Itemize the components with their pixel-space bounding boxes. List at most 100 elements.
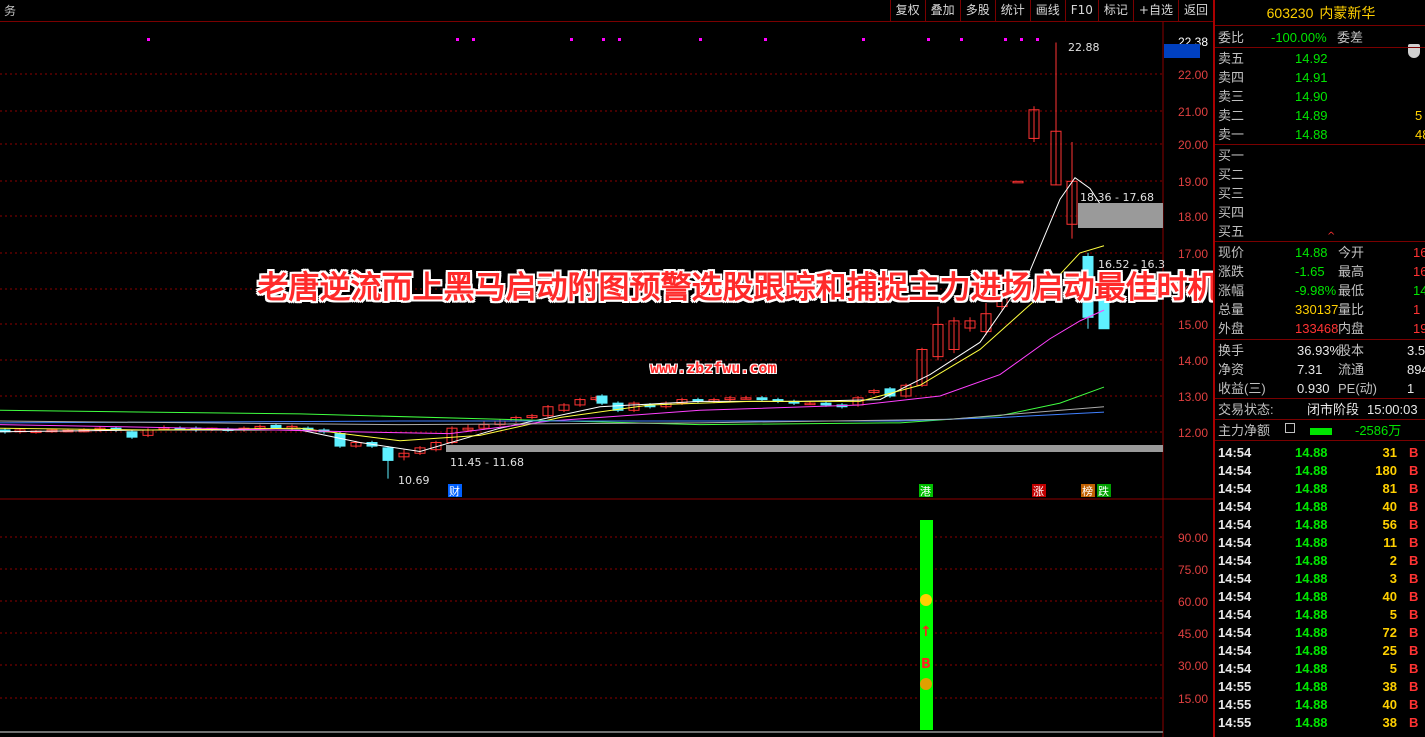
- signal-dot: [699, 38, 702, 41]
- quote-row-cell: 16: [1413, 264, 1425, 279]
- signal-dot: [764, 38, 767, 41]
- tick-row: 14:54 14.88 25 B: [1215, 642, 1425, 660]
- tick-cell: 14:55: [1218, 679, 1252, 694]
- tick-cell: B: [1409, 661, 1419, 676]
- tick-cell: 14.88: [1295, 481, 1328, 496]
- tick-row: 14:55 14.88 38 B: [1215, 714, 1425, 732]
- tick-row: 14:54 14.88 2 B: [1215, 552, 1425, 570]
- tick-cell: B: [1409, 481, 1419, 496]
- candle-body-64: [1012, 180, 1024, 184]
- resistance-band: [1078, 203, 1163, 228]
- status-row-cell: 交易状态:: [1218, 402, 1274, 417]
- stock-tab[interactable]: 务: [0, 0, 20, 22]
- toolbar-button-1[interactable]: 叠加: [924, 0, 960, 21]
- signal-dot: [602, 38, 605, 41]
- toolbar-button-7[interactable]: +自选: [1132, 0, 1178, 21]
- toolbar-button-6[interactable]: 标记: [1097, 0, 1133, 21]
- signal-dot: [618, 38, 621, 41]
- ask-row-cell: 14.89: [1295, 108, 1328, 123]
- tick-cell: B: [1409, 679, 1419, 694]
- signal-dot: [1004, 38, 1007, 41]
- stock-header[interactable]: 603230 内蒙新华: [1215, 0, 1425, 26]
- tick-cell: 14:54: [1218, 481, 1252, 496]
- money-bag-icon: [920, 678, 932, 690]
- price-axis-label: 21.00: [1178, 105, 1208, 119]
- candle-body-24: [382, 447, 394, 461]
- tick-cell: 14:54: [1218, 661, 1252, 676]
- tick-cell: B: [1409, 625, 1419, 640]
- price-axis-label: 12.00: [1178, 426, 1208, 440]
- toolbar-button-5[interactable]: F10: [1064, 0, 1098, 21]
- kline-chart-svg[interactable]: 22.3822.0021.0020.0019.0018.0017.0016.00…: [0, 22, 1213, 737]
- promo-url: www.zbzfwu.com: [650, 359, 777, 377]
- tick-cell: 3: [1389, 571, 1397, 586]
- separator: [1215, 241, 1425, 242]
- bid-row: 买四: [1215, 203, 1425, 222]
- tick-cell: B: [1409, 643, 1419, 658]
- signal-dot: [570, 38, 573, 41]
- signal-dot: [1036, 38, 1039, 41]
- quote-row-cell: 内盘: [1338, 321, 1365, 336]
- ask-row-cell: 14.90: [1295, 89, 1328, 104]
- price-axis-label: 22.00: [1178, 68, 1208, 82]
- tick-row: 14:54 14.88 56 B: [1215, 516, 1425, 534]
- fin-row-cell: 换手: [1218, 343, 1245, 358]
- tick-row: 14:54 14.88 40 B: [1215, 588, 1425, 606]
- fin-row-cell: 894: [1407, 362, 1425, 377]
- quote-row-cell: 133468: [1295, 321, 1339, 336]
- separator: [1215, 440, 1425, 441]
- tick-row: 14:54 14.88 5 B: [1215, 660, 1425, 678]
- ask-row-cell: 5: [1415, 108, 1423, 123]
- tick-cell: 14:54: [1218, 625, 1252, 640]
- price-axis-label: 15.00: [1178, 318, 1208, 332]
- range-annotation-1: 11.45 - 11.68: [450, 456, 524, 469]
- indicator-axis-label: 30.00: [1178, 659, 1208, 673]
- toolbar-button-0[interactable]: 复权: [889, 0, 925, 21]
- tick-cell: 14.88: [1295, 499, 1328, 514]
- bid-row-cell: 买四: [1218, 205, 1245, 220]
- bid-row: 买一: [1215, 146, 1425, 165]
- weibi-row: 委比 -100.00% 委差: [1215, 28, 1425, 47]
- quote-row-cell: -9.98%: [1295, 283, 1337, 298]
- separator: [1215, 398, 1425, 399]
- ask-row: 卖二 14.89 5: [1215, 106, 1425, 125]
- bid-row: 买三: [1215, 184, 1425, 203]
- tick-cell: B: [1409, 571, 1419, 586]
- tick-cell: 14.88: [1295, 535, 1328, 550]
- price-axis-label: 20.00: [1178, 138, 1208, 152]
- bid-row-cell: 买一: [1218, 148, 1245, 163]
- high-annotation: 22.88: [1068, 41, 1100, 54]
- kline-chart-area[interactable]: 22.38 22.00 21.00 20.00 19.00 18.00 17.00 16.00…: [0, 22, 1213, 737]
- toolbar-button-2[interactable]: 多股: [959, 0, 995, 21]
- signal-dot: [1020, 38, 1023, 41]
- fin-row-cell: 股本: [1338, 343, 1365, 358]
- signal-dot: [960, 38, 963, 41]
- toolbar-buttons: 复权 叠加 多股 统计 画线 F10 标记 +自选 返回: [889, 0, 1213, 22]
- price-axis-label: 13.00: [1178, 390, 1208, 404]
- quote-row: 涨幅 -9.98% 最低 14: [1215, 281, 1425, 300]
- bid-row-cell: 买二: [1218, 167, 1245, 182]
- quote-row-cell: 总量: [1218, 302, 1245, 317]
- flow-bar: [1310, 428, 1332, 435]
- fin-row-cell: 流通: [1338, 362, 1365, 377]
- status-row-cell: 15:00:03: [1367, 402, 1418, 417]
- list-icon[interactable]: [1285, 423, 1295, 433]
- toolbar-button-8[interactable]: 返回: [1177, 0, 1213, 21]
- low-annotation: 10.69: [398, 474, 430, 487]
- separator: [1215, 339, 1425, 340]
- toolbar-button-4[interactable]: 画线: [1029, 0, 1065, 21]
- quote-row: 总量 330137 量比 1: [1215, 300, 1425, 319]
- ask-row: 卖四 14.91: [1215, 68, 1425, 87]
- tick-cell: B: [1409, 535, 1419, 550]
- status-row: 交易状态: 闭市阶段 15:00:03: [1215, 400, 1425, 419]
- toolbar-button-3[interactable]: 统计: [994, 0, 1030, 21]
- tick-cell: B: [1409, 463, 1419, 478]
- tick-cell: 31: [1382, 445, 1397, 460]
- tick-cell: B: [1409, 715, 1419, 730]
- indicator-axis-label: 60.00: [1178, 595, 1208, 609]
- quote-row-cell: -1.65: [1295, 264, 1325, 279]
- fin-row-cell: 净资: [1218, 362, 1245, 377]
- candle-body-17: [270, 424, 282, 428]
- quote-row-cell: 最低: [1338, 283, 1365, 298]
- tick-cell: 14.88: [1295, 661, 1328, 676]
